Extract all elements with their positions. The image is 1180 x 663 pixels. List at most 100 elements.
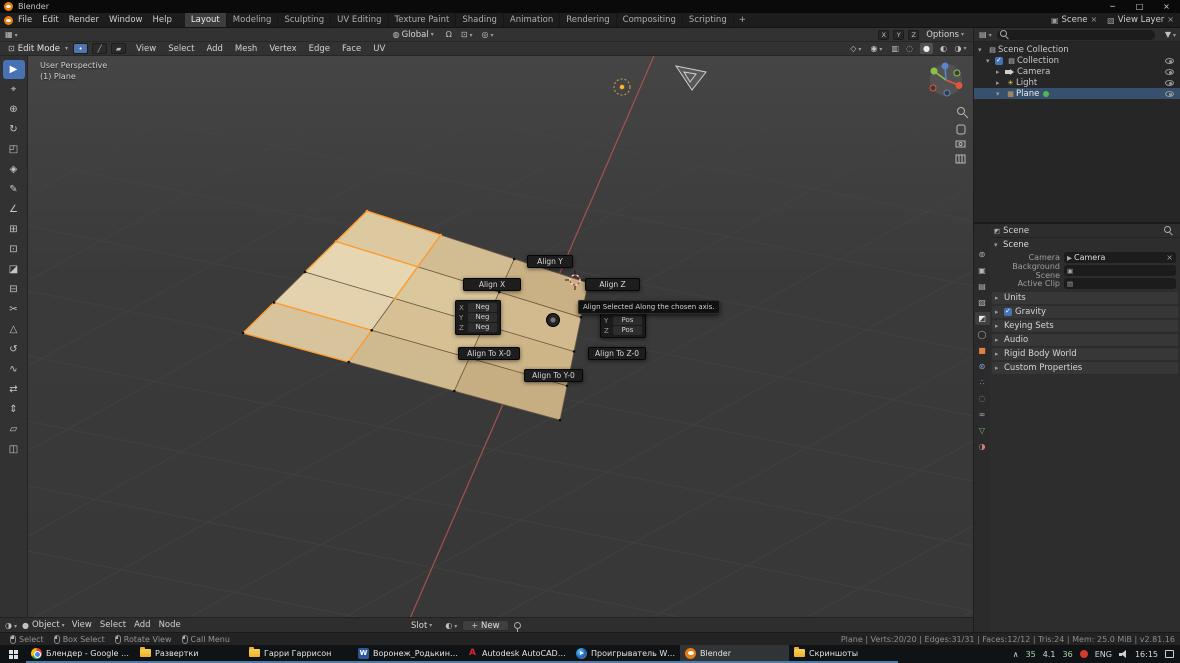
- outliner-editor-icon[interactable]: ▤: [979, 30, 992, 39]
- tab-output-properties[interactable]: ▤: [975, 280, 990, 293]
- scene-selector[interactable]: ▣ Scene: [1051, 15, 1097, 25]
- taskbar-app-word[interactable]: Воронеж_Родькин_В...: [353, 645, 462, 663]
- slot-dropdown[interactable]: Slot: [408, 621, 435, 631]
- hide-eye-icon[interactable]: [1165, 91, 1174, 97]
- taskbar-app-folder-screenshots[interactable]: Скриншоты: [789, 645, 898, 663]
- edge-select-button[interactable]: ╱: [92, 43, 107, 54]
- xray-toggle-icon[interactable]: ▥: [891, 44, 899, 53]
- tab-object-data-properties[interactable]: ▽: [975, 424, 990, 437]
- align-y-pos-button[interactable]: Pos: [613, 316, 642, 325]
- tab-modifier-properties[interactable]: ⊛: [975, 360, 990, 373]
- unlink-scene-icon[interactable]: [1090, 15, 1097, 25]
- browse-material-icon[interactable]: ◐: [445, 621, 457, 630]
- pin-icon[interactable]: [514, 622, 521, 629]
- tab-modeling[interactable]: Modeling: [227, 13, 279, 27]
- align-z-neg-button[interactable]: Neg: [468, 323, 497, 332]
- tab-render-properties[interactable]: ▣: [975, 264, 990, 277]
- move-tool-button[interactable]: ⊕: [3, 100, 25, 119]
- mirror-z-button[interactable]: Z: [908, 30, 919, 40]
- volume-icon[interactable]: [1119, 650, 1128, 658]
- editor-type-icon[interactable]: ▦: [5, 30, 18, 39]
- disclosure-icon[interactable]: [986, 57, 995, 65]
- tab-tool-properties[interactable]: ⊚: [975, 248, 990, 261]
- node-menu-add[interactable]: Add: [130, 620, 154, 630]
- face-select-button[interactable]: ▰: [111, 43, 126, 54]
- tab-physics-properties[interactable]: ◌: [975, 392, 990, 405]
- active-clip-field[interactable]: ▤: [1064, 278, 1176, 289]
- tab-layout[interactable]: Layout: [185, 13, 227, 27]
- select-box-tool-button[interactable]: ▶: [3, 60, 25, 79]
- notifications-icon[interactable]: [1165, 650, 1174, 658]
- snap-magnet-icon[interactable]: Ω: [446, 30, 452, 39]
- hide-eye-icon[interactable]: [1165, 58, 1174, 64]
- poly-build-tool-button[interactable]: △: [3, 320, 25, 339]
- align-z-pos-button[interactable]: Pos: [613, 326, 642, 335]
- taskbar-app-autocad[interactable]: Autodesk AutoCAD 2...: [462, 645, 571, 663]
- tab-scene-properties[interactable]: ◩: [975, 312, 990, 325]
- disclosure-icon[interactable]: [996, 90, 1005, 98]
- shear-tool-button[interactable]: ▱: [3, 420, 25, 439]
- taskbar-app-folder-razvertki[interactable]: Развертки: [135, 645, 244, 663]
- mirror-y-button[interactable]: Y: [893, 30, 904, 40]
- scene-section-header[interactable]: Scene: [990, 238, 1180, 251]
- language-indicator[interactable]: ENG: [1095, 650, 1112, 659]
- section-custom-properties[interactable]: Custom Properties: [992, 362, 1178, 374]
- knife-tool-button[interactable]: ✂: [3, 300, 25, 319]
- taskbar-app-media-player[interactable]: Проигрыватель Win...: [571, 645, 680, 663]
- outliner-item-plane[interactable]: ▦ Plane: [974, 88, 1180, 99]
- measure-tool-button[interactable]: ∠: [3, 200, 25, 219]
- align-to-y0-button[interactable]: Align To Y-0: [524, 369, 583, 382]
- align-x-button[interactable]: Align X: [463, 278, 521, 291]
- menu-file[interactable]: File: [13, 15, 37, 25]
- tab-scripting[interactable]: Scripting: [683, 13, 734, 27]
- tab-shading[interactable]: Shading: [456, 13, 504, 27]
- rip-region-tool-button[interactable]: ◫: [3, 440, 25, 459]
- loop-cut-tool-button[interactable]: ⊟: [3, 280, 25, 299]
- show-gizmo-icon[interactable]: ◇: [850, 44, 861, 53]
- menu-view[interactable]: View: [132, 44, 160, 54]
- node-menu-view[interactable]: View: [68, 620, 96, 630]
- section-gravity[interactable]: Gravity: [992, 306, 1178, 318]
- align-to-z0-button[interactable]: Align To Z-0: [588, 347, 646, 360]
- taskbar-app-chrome[interactable]: Блендер - Google Ch...: [26, 645, 135, 663]
- tab-world-properties[interactable]: ◯: [975, 328, 990, 341]
- viewport-side-icons[interactable]: [956, 108, 968, 164]
- light-gizmo[interactable]: [614, 79, 630, 95]
- annotate-tool-button[interactable]: ✎: [3, 180, 25, 199]
- tab-constraint-properties[interactable]: ∞: [975, 408, 990, 421]
- section-units[interactable]: Units: [992, 292, 1178, 304]
- bevel-tool-button[interactable]: ◪: [3, 260, 25, 279]
- shading-wireframe-button[interactable]: ◌: [903, 43, 916, 54]
- nav-gizmo[interactable]: [930, 63, 963, 97]
- viewport-canvas[interactable]: [28, 56, 973, 617]
- shader-editor-icon[interactable]: ◑: [5, 621, 17, 630]
- menu-render[interactable]: Render: [64, 15, 104, 25]
- menu-face[interactable]: Face: [338, 44, 365, 54]
- align-x-neg-button[interactable]: Neg: [468, 303, 497, 312]
- clear-camera-icon[interactable]: [1166, 253, 1173, 262]
- menu-help[interactable]: Help: [147, 15, 176, 25]
- new-material-button[interactable]: New: [462, 620, 508, 631]
- scale-tool-button[interactable]: ◰: [3, 140, 25, 159]
- menu-add[interactable]: Add: [202, 44, 226, 54]
- hide-eye-icon[interactable]: [1165, 80, 1174, 86]
- menu-edit[interactable]: Edit: [37, 15, 63, 25]
- extrude-region-tool-button[interactable]: ⊞: [3, 220, 25, 239]
- mode-dropdown[interactable]: ⊡ Edit Mode: [4, 44, 68, 54]
- tab-animation[interactable]: Animation: [504, 13, 560, 27]
- options-dropdown[interactable]: Options: [923, 30, 967, 40]
- transform-tool-button[interactable]: ◈: [3, 160, 25, 179]
- blender-menu-icon[interactable]: [4, 16, 13, 25]
- tab-uv-editing[interactable]: UV Editing: [331, 13, 388, 27]
- tab-compositing[interactable]: Compositing: [617, 13, 683, 27]
- shading-rendered-button[interactable]: ◑: [954, 43, 967, 54]
- inset-faces-tool-button[interactable]: ⊡: [3, 240, 25, 259]
- vertex-select-button[interactable]: •: [73, 43, 88, 54]
- disclosure-icon[interactable]: [978, 46, 987, 54]
- tab-object-properties[interactable]: ■: [975, 344, 990, 357]
- menu-window[interactable]: Window: [104, 15, 148, 25]
- hide-eye-icon[interactable]: [1165, 69, 1174, 75]
- node-menu-node[interactable]: Node: [155, 620, 185, 630]
- align-z-button[interactable]: Align Z: [585, 278, 640, 291]
- maximize-icon[interactable]: □: [1126, 0, 1153, 13]
